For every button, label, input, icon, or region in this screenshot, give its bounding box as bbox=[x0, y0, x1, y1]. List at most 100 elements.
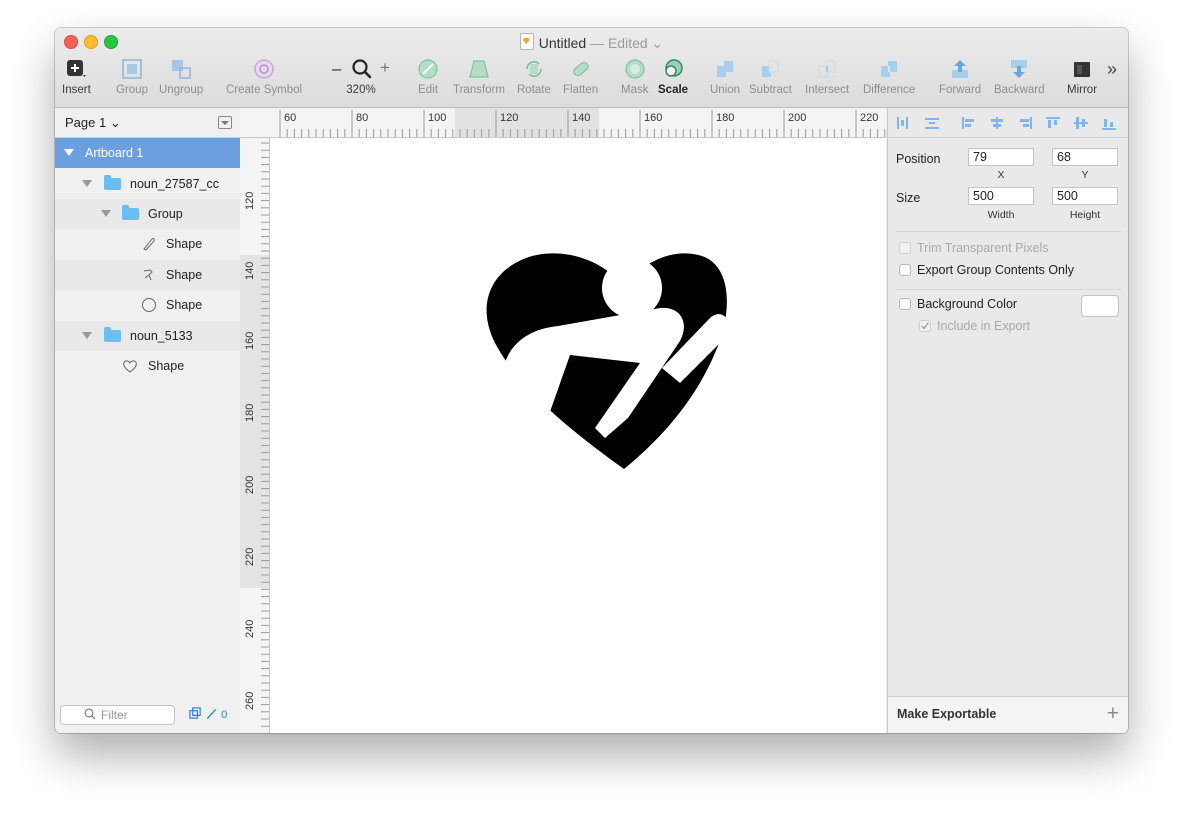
ruler-label: 220 bbox=[244, 547, 256, 566]
make-exportable-bar[interactable]: Make Exportable + bbox=[888, 696, 1128, 733]
document-name: Untitled bbox=[538, 35, 587, 51]
filter-options: 0 bbox=[189, 707, 227, 721]
edited-status[interactable]: Edited bbox=[608, 35, 648, 51]
title-separator: — bbox=[586, 35, 608, 51]
page-name: Page 1 ⌄ bbox=[65, 115, 121, 130]
runner-head[interactable] bbox=[602, 258, 662, 318]
mirror-button[interactable]: Mirror bbox=[1067, 58, 1097, 96]
layer-label: Shape bbox=[148, 359, 185, 373]
create-symbol-button[interactable]: Create Symbol bbox=[226, 58, 302, 96]
subtract-button[interactable]: Subtract bbox=[749, 58, 792, 96]
ruler-label: 60 bbox=[284, 112, 297, 124]
title-chevron-icon[interactable]: ⌄ bbox=[652, 35, 664, 51]
distribute-vertical-icon[interactable] bbox=[925, 117, 939, 129]
forward-button[interactable]: Forward bbox=[939, 58, 981, 96]
background-color-checkbox[interactable] bbox=[899, 298, 911, 310]
disclosure-triangle-icon[interactable] bbox=[82, 332, 92, 339]
export-group-contents-checkbox[interactable] bbox=[899, 264, 911, 276]
symbol-icon bbox=[254, 59, 274, 79]
scale-label: Scale bbox=[658, 84, 689, 96]
disclosure-triangle-icon[interactable] bbox=[101, 210, 111, 217]
ungroup-button[interactable]: Ungroup bbox=[159, 58, 203, 96]
toolbar-overflow-button[interactable]: » bbox=[1107, 59, 1117, 80]
slices-filter-icon[interactable] bbox=[205, 707, 218, 720]
create-symbol-label: Create Symbol bbox=[226, 84, 303, 96]
disclosure-triangle-icon[interactable] bbox=[64, 149, 74, 156]
height-field[interactable]: 500 bbox=[1052, 187, 1118, 205]
position-x-field[interactable]: 79 bbox=[968, 148, 1034, 166]
distribute-horizontal-icon[interactable] bbox=[896, 117, 910, 129]
group-button[interactable]: Group bbox=[116, 58, 148, 96]
width-field[interactable]: 500 bbox=[968, 187, 1034, 205]
mask-button[interactable]: Mask bbox=[621, 58, 648, 96]
filter-search-icon bbox=[84, 708, 96, 720]
inspector-panel: Position 79 68 X Y Size 500 500 Width He… bbox=[887, 108, 1128, 733]
rotate-button[interactable]: Rotate bbox=[517, 58, 551, 96]
artwork-svg bbox=[486, 253, 729, 469]
zoom-level[interactable]: 320% bbox=[330, 84, 392, 96]
difference-button[interactable]: Difference bbox=[863, 58, 915, 96]
layer-label: Shape bbox=[166, 298, 203, 312]
trim-transparent-label: Trim Transparent Pixels bbox=[917, 241, 1049, 255]
transform-icon bbox=[469, 60, 489, 78]
disclosure-triangle-icon[interactable] bbox=[82, 180, 92, 187]
layer-shape-circle[interactable]: Shape bbox=[55, 290, 240, 320]
size-label: Size bbox=[896, 191, 921, 205]
flatten-button[interactable]: Flatten bbox=[563, 58, 598, 96]
layer-noun-27587-cc[interactable]: noun_27587_cc bbox=[55, 169, 240, 199]
flatten-label: Flatten bbox=[563, 84, 599, 96]
align-top-icon[interactable] bbox=[1046, 117, 1060, 129]
insert-button[interactable]: Insert bbox=[62, 58, 91, 96]
horizontal-ruler[interactable]: 60 80 100 120 140 160 180 200 220 bbox=[240, 108, 886, 138]
include-in-export-checkbox[interactable] bbox=[919, 320, 931, 332]
heart-runner-artwork[interactable] bbox=[486, 253, 729, 469]
trim-transparent-checkbox[interactable] bbox=[899, 242, 911, 254]
layer-artboard-1[interactable]: Artboard 1 bbox=[55, 138, 240, 168]
align-middle-vertical-icon[interactable] bbox=[1074, 117, 1088, 129]
mask-label: Mask bbox=[621, 84, 649, 96]
backward-button[interactable]: Backward bbox=[994, 58, 1045, 96]
zoom-control: – + 320% bbox=[330, 58, 392, 96]
page-selector[interactable]: Page 1 ⌄ bbox=[55, 108, 240, 138]
difference-icon bbox=[881, 61, 898, 77]
ruler-label: 220 bbox=[860, 112, 879, 124]
union-button[interactable]: Union bbox=[710, 58, 740, 96]
ruler-label: 200 bbox=[788, 112, 807, 124]
align-left-icon[interactable] bbox=[962, 117, 976, 129]
window-title: Untitled — Edited ⌄ bbox=[55, 33, 1128, 52]
transform-button[interactable]: Transform bbox=[453, 58, 505, 96]
zoom-in-button[interactable]: + bbox=[380, 58, 390, 78]
edit-label: Edit bbox=[418, 84, 438, 96]
intersect-button[interactable]: Intersect bbox=[805, 58, 849, 96]
layer-filter-input[interactable]: Filter bbox=[60, 705, 175, 725]
ruler-label: 200 bbox=[244, 475, 256, 494]
layer-group[interactable]: Group bbox=[55, 199, 240, 229]
canvas[interactable] bbox=[270, 138, 886, 733]
symbols-filter-icon[interactable] bbox=[189, 707, 202, 720]
runner-shape-icon bbox=[143, 269, 153, 281]
intersect-label: Intersect bbox=[805, 84, 850, 96]
scale-button[interactable]: Scale bbox=[658, 58, 688, 96]
layer-noun-5133[interactable]: noun_5133 bbox=[55, 321, 240, 351]
zoom-out-button[interactable]: – bbox=[332, 59, 341, 79]
align-right-icon[interactable] bbox=[1018, 117, 1032, 129]
flatten-icon bbox=[572, 61, 589, 77]
group-icon bbox=[122, 59, 142, 79]
align-center-horizontal-icon[interactable] bbox=[990, 117, 1004, 129]
ruler-label: 260 bbox=[244, 691, 256, 710]
layer-shape-pen[interactable]: Shape bbox=[55, 229, 240, 259]
filter-placeholder: Filter bbox=[101, 708, 128, 722]
forward-label: Forward bbox=[939, 84, 982, 96]
export-group-contents-label: Export Group Contents Only bbox=[917, 263, 1075, 277]
page-list-toggle-icon[interactable] bbox=[218, 116, 232, 129]
position-y-field[interactable]: 68 bbox=[1052, 148, 1118, 166]
ruler-label: 160 bbox=[644, 112, 663, 124]
layer-shape-heart[interactable]: Shape bbox=[55, 351, 240, 381]
add-export-icon[interactable]: + bbox=[1107, 702, 1119, 726]
background-color-swatch[interactable] bbox=[1081, 295, 1119, 317]
align-bottom-icon[interactable] bbox=[1102, 117, 1116, 130]
vertical-ruler[interactable]: 120 140 160 180 200 220 240 260 bbox=[240, 138, 270, 733]
layer-shape-runner[interactable]: Shape bbox=[55, 260, 240, 290]
ruler-ticks bbox=[261, 142, 269, 727]
edit-button[interactable]: Edit bbox=[417, 58, 439, 96]
